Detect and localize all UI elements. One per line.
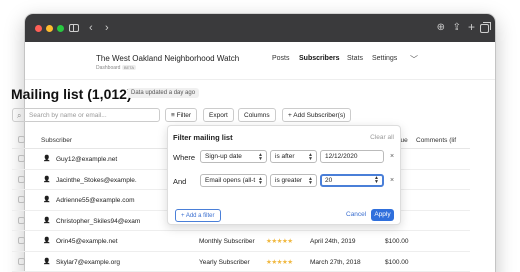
search-placeholder: Search by name or email... [29,112,107,119]
forward-icon[interactable]: › [105,21,109,35]
person-icon: 👤 [43,238,51,244]
filter-button[interactable]: ≡ Filter [165,108,198,122]
filter-field-select[interactable]: Sign-up date ▲ ▼ [200,150,267,163]
revenue-value: $100.00 [385,258,409,266]
filter-value-input[interactable]: 12/12/2020 [320,150,384,163]
condition-conjunction-and: And [173,177,187,186]
nav-subscribers[interactable]: Subscribers [299,55,339,62]
browser-titlebar: ‹ › ⊕ ⇪ + [25,14,495,42]
subscription-type: Monthly Subscriber [199,238,255,245]
remove-filter-icon[interactable]: × [390,177,394,184]
filter-field-select[interactable]: Email opens (all-t ▲ ▼ [200,174,267,187]
data-updated-badge: Data updated a day ago [127,88,200,98]
subscriber-email[interactable]: Skylar7@example.org [56,259,120,266]
revenue-value: $100.00 [385,238,409,245]
dashboard-text: Dashboard [96,65,121,71]
person-icon: 👤 [43,176,51,183]
table-row[interactable]: 👤 Orin45@example.net Monthly Subscriber ★★★… [12,231,470,252]
filter-label: Filter [176,112,192,119]
nav-stats[interactable]: Stats [347,55,363,62]
row-checkbox[interactable] [18,155,25,162]
column-header-comments[interactable]: Comments (lif [416,137,456,144]
stepper-icon[interactable]: ▲ ▼ [374,176,379,185]
row-checkbox[interactable] [18,216,25,224]
operator-value: is greater [275,177,303,184]
subscription-date: April 24th, 2019 [310,238,356,245]
new-tab-icon[interactable]: + [468,20,475,34]
site-header: The West Oakland Neighborhood Watch Dash… [25,42,495,80]
condition-conjunction-where: Where [173,153,196,162]
close-window-button[interactable] [35,25,42,32]
operator-value: is after [275,153,295,160]
subscriber-email[interactable]: Orin45@example.net [56,238,118,245]
filter-popup-title: Filter mailing list [173,133,233,142]
rating-stars: ★★★★★ [266,238,293,245]
column-header-subscriber[interactable]: Subscriber [41,137,72,144]
search-icon: ⌕ [17,111,22,120]
select-caret-icon: ▲ ▼ [258,152,263,162]
beta-badge: BETA [121,65,137,70]
table-row[interactable]: 👤 Skylar7@example.org Yearly Subscriber ★★★… [12,252,470,272]
filter-icon: ≡ [171,112,175,119]
row-checkbox[interactable] [18,196,25,203]
tab-overview-icon[interactable] [480,22,491,33]
subscriber-email[interactable]: Adrienne55@example.com [56,197,135,204]
subscriber-email[interactable]: Guy12@example.net [56,156,117,163]
field-value: Email opens (all-t [205,177,256,184]
subscription-date: March 27th, 2018 [310,258,361,266]
search-input[interactable]: ⌕ Search by name or email... [12,108,160,122]
add-subscribers-button[interactable]: + Add Subscriber(s) [282,108,352,122]
back-icon[interactable]: ‹ [89,21,93,35]
rating-stars: ★★★★★ [266,258,293,266]
person-icon: 👤 [43,258,51,265]
columns-button[interactable]: Columns [238,108,276,122]
filter-number-input[interactable]: 20 ▲ ▼ [320,174,384,187]
person-icon: 👤 [43,156,51,162]
subscriber-email[interactable]: Christopher_Skiles94@exam [56,218,140,225]
nav-settings[interactable]: Settings [372,55,397,62]
field-value: Sign-up date [205,153,242,160]
filter-popup: Filter mailing list Clear all Where Sign… [167,125,401,225]
dashboard-label: Dashboard BETA [96,65,137,71]
zoom-window-button[interactable] [57,25,64,32]
remove-filter-icon[interactable]: × [390,153,394,160]
row-checkbox[interactable] [18,175,25,183]
share-icon[interactable]: ⇪ [453,21,461,35]
add-filter-button[interactable]: + Add a filter [175,209,221,222]
subscriber-email[interactable]: Jacinthe_Stokes@example. [56,177,137,184]
page-title: Mailing list (1,012) [11,86,132,102]
subscription-type: Yearly Subscriber [199,258,250,266]
select-caret-icon: ▲ ▼ [308,176,313,186]
number-value: 20 [325,177,333,184]
select-all-checkbox[interactable] [18,136,25,143]
filter-operator-select[interactable]: is greater ▲ ▼ [270,174,317,187]
filter-operator-select[interactable]: is after ▲ ▼ [270,150,317,163]
person-icon: 👤 [43,217,51,224]
clear-all-button[interactable]: Clear all [370,134,394,141]
download-icon[interactable]: ⊕ [437,21,445,35]
nav-posts[interactable]: Posts [272,55,290,62]
row-checkbox[interactable] [18,257,25,265]
export-button[interactable]: Export [203,108,234,122]
person-icon: 👤 [43,197,51,203]
select-caret-icon: ▲ ▼ [258,176,263,186]
chevron-down-icon[interactable]: ﹀ [410,54,418,65]
apply-button[interactable]: Apply [371,209,394,221]
select-caret-icon: ▲ ▼ [308,152,313,162]
cancel-button[interactable]: Cancel [346,211,366,218]
row-checkbox[interactable] [18,237,25,244]
minimize-window-button[interactable] [46,25,53,32]
publication-title[interactable]: The West Oakland Neighborhood Watch [96,54,239,63]
sidebar-toggle-icon[interactable] [69,24,79,32]
